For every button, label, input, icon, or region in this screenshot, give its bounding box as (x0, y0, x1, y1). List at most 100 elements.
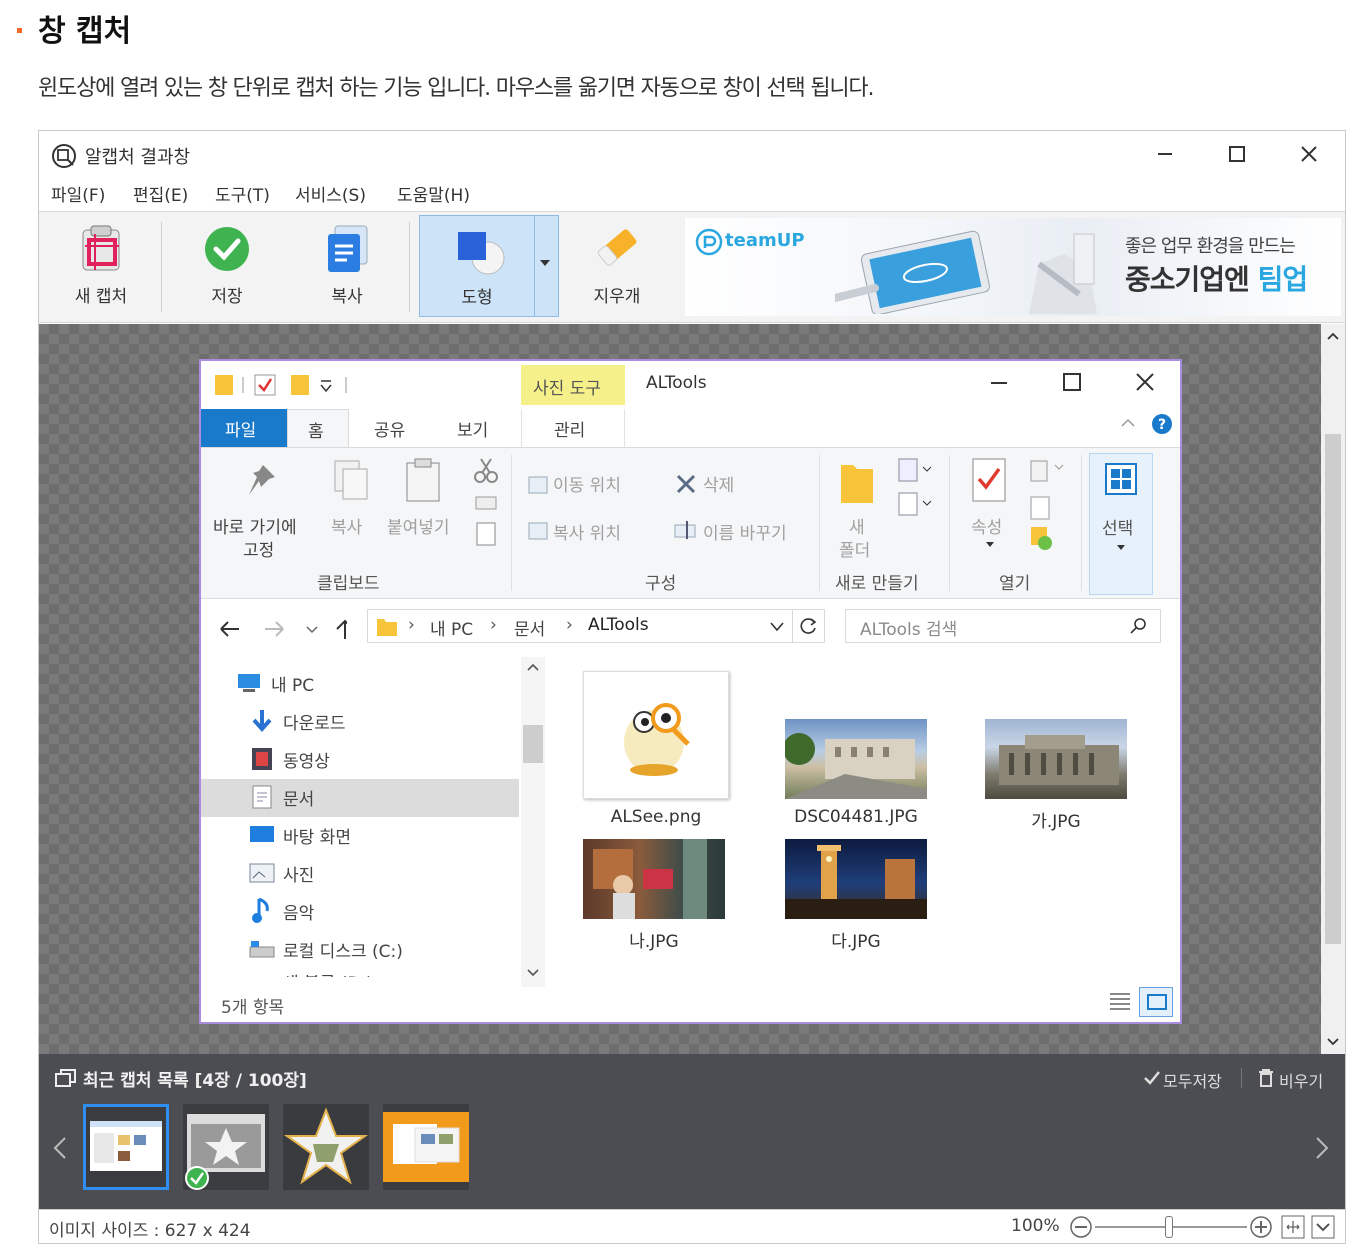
nav-clipped-row: 새 볼륨 (D:) (201, 967, 391, 977)
delete-x-icon (675, 473, 697, 495)
menu-tools[interactable]: 도구(T) (215, 181, 270, 206)
nav-scroll-thumb[interactable] (523, 725, 543, 763)
large-icons-view-button[interactable] (1139, 987, 1173, 1017)
zoom-slider-thumb[interactable] (1165, 1216, 1173, 1238)
breadcrumb-my-pc[interactable]: 내 PC (430, 615, 473, 640)
search-placeholder: ALTools 검색 (860, 620, 958, 640)
nav-local-disk-c[interactable]: 로컬 디스크 (C:) (283, 937, 403, 962)
breadcrumb-documents[interactable]: 문서 (514, 615, 545, 640)
menu-help[interactable]: 도움말(H) (397, 181, 470, 206)
canvas-scroll-up-icon[interactable] (1327, 332, 1339, 340)
explorer-maximize-icon[interactable] (1063, 373, 1081, 391)
address-bar[interactable]: › 내 PC › 문서 › ALTools (367, 609, 825, 643)
breadcrumb-altools[interactable]: ALTools (588, 615, 649, 635)
tab-file[interactable]: 파일 (201, 409, 287, 447)
eraser-button[interactable]: 지우개 (565, 212, 669, 322)
tab-manage[interactable]: 관리 (521, 409, 625, 447)
tab-view[interactable]: 보기 (457, 416, 488, 441)
properties-dropdown-icon[interactable] (985, 541, 995, 549)
rename-icon (673, 519, 701, 541)
nav-scroll-down-icon[interactable] (527, 969, 539, 977)
file-item[interactable]: 다.JPG (785, 839, 935, 959)
teamup-ad-banner[interactable]: teamUP 좋은 업무 환경을 만드는 중소기업엔 팀업 (685, 218, 1341, 316)
rename-label[interactable]: 이름 바꾸기 (703, 519, 787, 544)
shape-dropdown-arrow-icon[interactable] (538, 258, 552, 268)
menu-service[interactable]: 서비스(S) (295, 181, 366, 206)
copy-label[interactable]: 복사 (331, 513, 362, 538)
nav-documents-selected[interactable] (201, 779, 519, 817)
tab-home[interactable]: 홈 (287, 409, 349, 449)
details-view-icon[interactable] (1107, 989, 1133, 1013)
nav-scrollbar[interactable] (521, 657, 545, 987)
tab-share[interactable]: 공유 (374, 416, 405, 441)
nav-music[interactable]: 음악 (283, 899, 314, 924)
file-item[interactable]: ALSee.png (583, 671, 733, 831)
select-button[interactable]: 선택 (1089, 453, 1153, 595)
explorer-minimize-icon[interactable] (991, 375, 1007, 391)
move-to-label[interactable]: 이동 위치 (553, 471, 621, 496)
new-folder-label-2: 폴더 (839, 541, 871, 561)
clear-button[interactable]: 비우기 (1279, 1068, 1323, 1092)
pin-label-1[interactable]: 바로 가기에 (213, 513, 297, 538)
open-edit-history-icons (1027, 457, 1067, 553)
menu-file[interactable]: 파일(F) (51, 181, 105, 206)
fit-to-window-icon[interactable] (1281, 1215, 1305, 1239)
shape-button[interactable]: 도형 (419, 215, 559, 317)
paste-label[interactable]: 붙여넣기 (387, 513, 450, 538)
copy-to-label[interactable]: 복사 위치 (553, 519, 621, 544)
recent-next-icon[interactable] (1315, 1136, 1329, 1160)
new-folder-label-1[interactable]: 새 (849, 513, 865, 538)
file-item[interactable]: 나.JPG (583, 839, 733, 959)
zoom-out-icon[interactable] (1069, 1215, 1093, 1239)
explorer-close-icon[interactable] (1136, 373, 1154, 391)
ribbon-collapse-icon[interactable] (1121, 418, 1135, 428)
nav-scroll-up-icon[interactable] (527, 663, 539, 671)
save-all-button[interactable]: 모두저장 (1163, 1068, 1222, 1092)
nav-videos[interactable]: 동영상 (283, 747, 330, 772)
recent-captures-panel: 최근 캡처 목록 [4장 / 100장] 모두저장 비우기 (39, 1054, 1345, 1209)
nav-documents[interactable]: 문서 (283, 785, 314, 810)
canvas-vertical-scrollbar[interactable] (1321, 324, 1345, 1054)
properties-label[interactable]: 속성 (971, 513, 1002, 538)
photo-tools-context-tab[interactable]: 사진 도구 (521, 365, 625, 405)
recent-captures-title: 최근 캡처 목록 [4장 / 100장] (83, 1071, 307, 1091)
file-item[interactable]: 가.JPG (985, 719, 1135, 839)
select-dropdown-icon (1116, 544, 1126, 552)
canvas-scroll-thumb[interactable] (1325, 434, 1341, 944)
select-label: 선택 (1102, 519, 1134, 539)
recent-thumb-4[interactable] (383, 1104, 469, 1190)
properties-icon (971, 457, 1007, 503)
minimize-button[interactable] (1145, 139, 1185, 169)
canvas-scroll-down-icon[interactable] (1327, 1038, 1339, 1046)
new-capture-button[interactable]: 새 캡처 (49, 212, 153, 322)
folder-icon (376, 616, 398, 638)
file-item[interactable]: DSC04481.JPG (785, 719, 935, 839)
search-icon[interactable] (1130, 617, 1148, 635)
recent-thumb-1[interactable] (83, 1104, 169, 1190)
nav-downloads[interactable]: 다운로드 (283, 709, 346, 734)
search-box[interactable]: ALTools 검색 (845, 609, 1161, 643)
zoom-in-icon[interactable] (1249, 1215, 1273, 1239)
captured-explorer-window: 사진 도구 ALTools 파일 홈 공유 보기 관리 ? 바로 가기에 고정 … (199, 359, 1182, 1024)
help-icon[interactable]: ? (1151, 413, 1173, 435)
recent-thumb-3[interactable] (283, 1104, 369, 1190)
save-button[interactable]: 저장 (175, 212, 279, 322)
capture-canvas[interactable]: 사진 도구 ALTools 파일 홈 공유 보기 관리 ? 바로 가기에 고정 … (39, 324, 1321, 1054)
copy-button[interactable]: 복사 (295, 212, 399, 322)
close-button[interactable] (1289, 139, 1329, 169)
recent-prev-icon[interactable] (53, 1136, 67, 1160)
maximize-button[interactable] (1217, 139, 1257, 169)
nav-volume-d[interactable]: 새 볼륨 (D:) (283, 969, 373, 977)
menu-edit[interactable]: 편집(E) (133, 181, 188, 206)
toolbar-divider (161, 222, 162, 312)
nav-desktop[interactable]: 바탕 화면 (283, 823, 351, 848)
refresh-icon[interactable] (800, 617, 818, 635)
teamup-brand: teamUP (725, 230, 805, 251)
delete-label[interactable]: 삭제 (703, 471, 734, 496)
nav-pictures[interactable]: 사진 (283, 861, 314, 886)
nav-my-pc[interactable]: 내 PC (271, 671, 314, 696)
new-capture-label: 새 캡처 (74, 287, 128, 307)
address-dropdown-icon[interactable] (770, 622, 784, 632)
recent-thumb-2[interactable] (183, 1104, 269, 1190)
collapse-panel-icon[interactable] (1311, 1215, 1335, 1239)
